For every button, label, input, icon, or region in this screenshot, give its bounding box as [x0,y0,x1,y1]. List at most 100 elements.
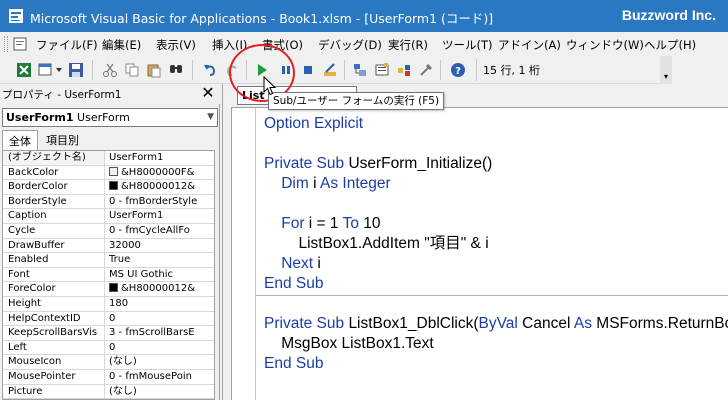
property-value[interactable]: 0 - fmBorderStyle [107,195,214,209]
code-line[interactable]: ListBox1.AddItem "項目" & i [264,234,728,254]
code-keyword: Option Explicit [264,115,364,132]
menu-help[interactable]: ヘルプ(H) [644,37,696,53]
close-icon[interactable]: ✕ [200,85,216,101]
property-row[interactable]: BorderColor &H80000012& [3,180,214,195]
property-row[interactable]: Cycle 0 - fmCycleAllFo [3,223,214,239]
code-line[interactable]: For i = 1 To 10 [264,214,728,234]
excel-icon[interactable] [14,60,34,80]
document-icon[interactable] [13,37,27,51]
property-value[interactable]: 0 [107,312,214,326]
menu-file[interactable]: ファイル(F) [36,37,98,53]
code-margin-bar[interactable] [232,108,256,400]
property-value[interactable]: (なし) [107,385,214,399]
property-value[interactable]: &H80000012& [107,282,214,296]
menu-edit[interactable]: 編集(E) [102,37,141,53]
help-icon[interactable]: ? [448,60,468,80]
code-line[interactable] [264,194,728,214]
property-row[interactable]: KeepScrollBarsVis 3 - fmScrollBarsE [3,326,214,341]
property-value[interactable]: 180 [107,297,214,311]
property-value-text: 32000 [109,239,141,251]
property-value[interactable]: MS UI Gothic [107,268,214,282]
chevron-down-icon[interactable]: ▼ [207,109,214,126]
property-row[interactable]: Caption UserForm1 [3,209,214,224]
property-value[interactable]: 3 - fmScrollBarsE [107,326,214,340]
property-row[interactable]: Enabled True [3,253,214,268]
code-line[interactable] [264,134,728,154]
menu-debug[interactable]: デバッグ(D) [318,37,382,53]
code-text[interactable]: Option Explicit Private Sub UserForm_Ini… [264,114,728,374]
code-line[interactable]: Option Explicit [264,114,728,134]
toolbar-separator [440,60,441,80]
property-row[interactable]: BackColor &H8000000F& [3,165,214,181]
code-editor[interactable]: Option Explicit Private Sub UserForm_Ini… [231,107,728,400]
property-value[interactable]: (なし) [107,355,214,369]
property-row[interactable]: Height 180 [3,296,214,312]
property-value-text: 0 - fmBorderStyle [109,195,198,207]
property-row[interactable]: BorderStyle 0 - fmBorderStyle [3,194,214,210]
tab-categorized[interactable]: 項目別 [40,130,85,150]
property-value[interactable]: 0 [107,341,214,355]
property-value-text: (なし) [109,356,137,368]
property-row[interactable]: ForeColor &H80000012& [3,282,214,297]
property-value[interactable]: 32000 [107,239,214,253]
property-row[interactable]: Left 0 [3,340,214,356]
properties-object-select[interactable]: UserForm1 UserForm ▼ [2,108,218,127]
undo-icon[interactable] [200,60,220,80]
property-value[interactable]: &H80000012& [107,180,214,194]
copy-icon[interactable] [122,60,142,80]
code-line[interactable] [264,294,728,314]
property-value[interactable]: 0 - fmCycleAllFo [107,224,214,238]
code-token: UserForm_Initialize() [348,155,493,172]
code-line[interactable]: End Sub [264,354,728,374]
menu-run[interactable]: 実行(R) [388,37,428,53]
code-keyword: End Sub [264,275,324,292]
toolbox-icon[interactable] [416,60,436,80]
project-explorer-icon[interactable] [350,60,370,80]
vba-app-icon [9,9,23,23]
property-row[interactable]: Font MS UI Gothic [3,267,214,283]
property-row[interactable]: MousePointer 0 - fmMousePoin [3,369,214,385]
property-name: Caption [3,209,105,223]
code-line[interactable]: Dim i As Integer [264,174,728,194]
code-keyword: Private Sub [264,155,349,172]
menubar-grip[interactable] [4,36,8,52]
property-row[interactable]: DrawBuffer 32000 [3,238,214,254]
reset-icon[interactable] [298,60,318,80]
property-name: BorderStyle [3,194,105,209]
code-line[interactable]: Private Sub UserForm_Initialize() [264,154,728,174]
menu-tools[interactable]: ツール(T) [442,37,493,53]
property-value[interactable]: &H8000000F& [107,166,214,180]
save-icon[interactable] [66,60,86,80]
properties-icon[interactable] [372,60,392,80]
tab-alphabetic[interactable]: 全体 [2,130,38,150]
code-line[interactable]: MsgBox ListBox1.Text [264,334,728,354]
toolbar-overflow-button[interactable]: ▾ [660,56,672,84]
code-line[interactable]: Next i [264,254,728,274]
code-token: Cancel [522,315,574,332]
property-row[interactable]: HelpContextID 0 [3,311,214,327]
property-value[interactable]: UserForm1 [107,151,214,165]
code-line[interactable]: Private Sub ListBox1_DblClick(ByVal Canc… [264,314,728,334]
menu-view[interactable]: 表示(V) [156,37,196,53]
cut-icon[interactable] [100,60,120,80]
property-row[interactable]: (オブジェクト名) UserForm1 [3,151,214,166]
design-mode-icon[interactable] [320,60,340,80]
property-row[interactable]: MouseIcon (なし) [3,355,214,370]
property-value[interactable]: True [107,253,214,267]
insert-userform-icon[interactable] [36,60,56,80]
color-swatch [109,283,118,293]
menu-addins[interactable]: アドイン(A) [498,37,561,53]
property-name: Font [3,267,105,282]
code-keyword: To [342,215,364,232]
property-row[interactable]: Picture (なし) [3,384,214,399]
property-value[interactable]: 0 - fmMousePoin [107,370,214,384]
menu-window[interactable]: ウィンドウ(W) [566,37,644,53]
paste-icon[interactable] [144,60,164,80]
find-icon[interactable] [166,60,186,80]
code-line[interactable]: End Sub [264,274,728,294]
object-browser-icon[interactable] [394,60,414,80]
property-value[interactable]: UserForm1 [107,209,214,223]
chevron-down-icon[interactable] [54,60,64,80]
